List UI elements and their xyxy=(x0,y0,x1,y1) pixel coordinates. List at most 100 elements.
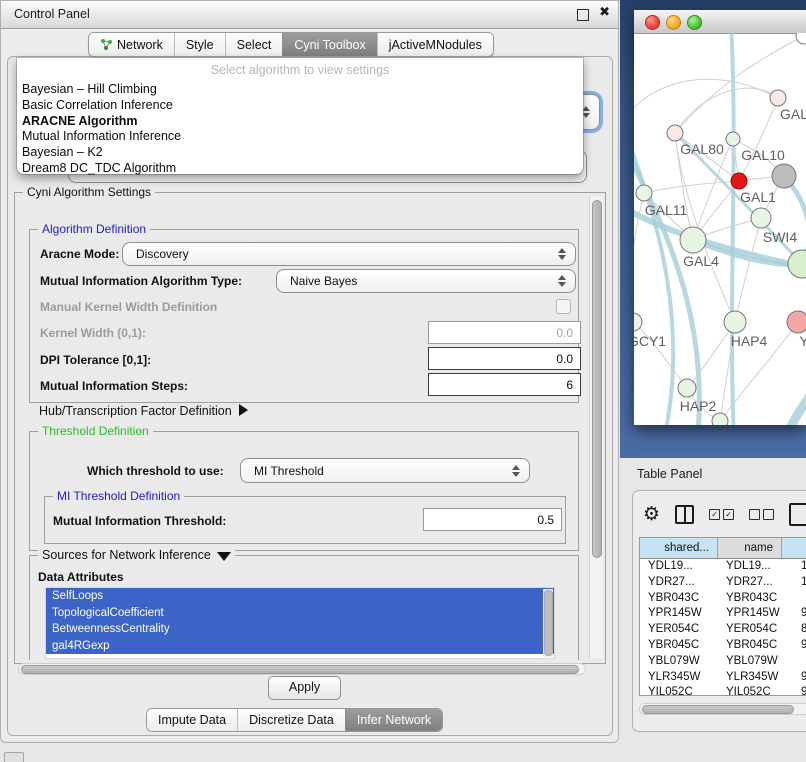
network-node-swi4[interactable] xyxy=(788,250,806,278)
table-row[interactable]: YLR345WYLR345W9. xyxy=(640,670,806,686)
table-cell: YDL19... xyxy=(640,559,718,575)
mi-threshold-field[interactable]: 0.5 xyxy=(423,508,562,531)
network-window[interactable]: GALGAL80GAL10GAL1GAL11SWI4GAL4GCY1HAP4YH… xyxy=(634,10,806,425)
data-attributes-label: Data Attributes xyxy=(38,570,124,584)
kernel-width-field[interactable]: 0.0 xyxy=(428,321,581,344)
split-panel-icon[interactable] xyxy=(675,505,694,524)
deselect-all-columns-icon[interactable] xyxy=(749,509,774,520)
network-edge xyxy=(634,79,778,128)
dpi-tolerance-field[interactable]: 0.0 xyxy=(428,347,581,370)
minimize-traffic-light-icon[interactable] xyxy=(666,15,681,30)
network-node-gal1[interactable] xyxy=(731,173,747,189)
scrollbar-thumb[interactable] xyxy=(642,705,794,714)
aracne-mode-value: Discovery xyxy=(123,247,189,261)
table-horizontal-scrollbar[interactable] xyxy=(639,703,806,715)
data-attributes-list[interactable]: SelfLoopsTopologicalCoefficientBetweenne… xyxy=(45,587,555,659)
settings-horizontal-scrollbar[interactable] xyxy=(18,663,586,675)
column-header-a[interactable]: A xyxy=(782,538,806,559)
tab-jactivemnodules[interactable]: jActiveMNodules xyxy=(377,33,493,56)
bottom-tab-discretize-data[interactable]: Discretize Data xyxy=(237,709,345,731)
settings-vertical-scrollbar[interactable] xyxy=(589,196,603,658)
table-row[interactable]: YBL079WYBL079W xyxy=(640,654,806,670)
table-cell: 9 xyxy=(782,685,806,696)
table-row[interactable]: YBR045CYBR045C9. xyxy=(640,638,806,654)
sources-group-title[interactable]: Sources for Network Inference xyxy=(38,548,235,562)
network-node[interactable] xyxy=(667,125,683,141)
network-node-gcy1[interactable] xyxy=(634,313,642,331)
table-row[interactable]: YPR145WYPR145W9. xyxy=(640,606,806,622)
settings-gear-icon[interactable]: ⚙ xyxy=(643,505,660,524)
bottom-tab-impute-data[interactable]: Impute Data xyxy=(147,709,237,731)
bottom-tab-infer-network[interactable]: Infer Network xyxy=(345,709,442,731)
node-label: GCY1 xyxy=(634,333,666,349)
network-node-gal4[interactable] xyxy=(680,227,706,253)
tab-select[interactable]: Select xyxy=(225,33,283,56)
algorithm-option-basic-correlation-inference[interactable]: Basic Correlation Inference xyxy=(20,98,580,114)
which-threshold-combo[interactable]: MI Threshold xyxy=(240,458,530,483)
select-all-columns-icon[interactable]: ✓ ✓ xyxy=(709,509,734,520)
mi-type-label: Mutual Information Algorithm Type: xyxy=(40,274,242,288)
network-canvas[interactable]: GALGAL80GAL10GAL1GAL11SWI4GAL4GCY1HAP4YH… xyxy=(634,33,806,425)
network-node-gal[interactable] xyxy=(770,90,786,106)
table-toolbar: ⚙ ✓ ✓ xyxy=(643,499,806,529)
network-window-titlebar[interactable] xyxy=(634,10,806,34)
attribute-item-topologicalcoefficient[interactable]: TopologicalCoefficient xyxy=(46,605,554,622)
apply-button[interactable]: Apply xyxy=(268,676,341,700)
algorithm-option-bayesian-hill-climbing[interactable]: Bayesian – Hill Climbing xyxy=(20,82,580,98)
algorithm-option-mutual-information-inference[interactable]: Mutual Information Inference xyxy=(20,129,580,145)
network-node-y[interactable] xyxy=(787,311,806,333)
tab-style[interactable]: Style xyxy=(174,33,225,56)
node-table[interactable]: shared...nameA YDL19...YDL19...13YDR27..… xyxy=(639,537,806,696)
table-row[interactable]: YBR043CYBR043C xyxy=(640,591,806,607)
table-cell: YBR045C xyxy=(640,638,718,654)
new-table-icon[interactable] xyxy=(789,503,806,526)
float-icon[interactable] xyxy=(577,9,589,21)
tab-cyni-toolbox[interactable]: Cyni Toolbox xyxy=(282,33,376,56)
control-panel-tab-bar: NetworkStyleSelectCyni ToolboxjActiveMNo… xyxy=(88,32,494,57)
attributes-scrollbar[interactable] xyxy=(543,589,553,657)
close-icon[interactable]: ✖ xyxy=(599,5,610,20)
table-row[interactable]: YDL19...YDL19...13 xyxy=(640,559,806,575)
algorithm-definition-title: Algorithm Definition xyxy=(38,222,150,236)
table-cell: YER054C xyxy=(640,622,718,638)
control-panel-titlebar[interactable]: Control Panel ✖ xyxy=(1,1,618,29)
close-traffic-light-icon[interactable] xyxy=(645,15,660,30)
scrollbar-thumb[interactable] xyxy=(21,665,579,674)
network-node-hap4[interactable] xyxy=(724,311,746,333)
attribute-item-betweennesscentrality[interactable]: BetweennessCentrality xyxy=(46,621,554,638)
network-node-gal11[interactable] xyxy=(636,185,652,201)
network-node[interactable] xyxy=(796,33,806,44)
collapsed-panel-button[interactable] xyxy=(4,752,24,762)
settings-group-title: Cyni Algorithm Settings xyxy=(23,185,155,199)
network-node[interactable] xyxy=(712,413,728,425)
algorithm-option-bayesian-k2[interactable]: Bayesian – K2 xyxy=(20,145,580,161)
algorithm-option-dream8-dc-tdc-algorithm[interactable]: Dream8 DC_TDC Algorithm xyxy=(20,161,580,177)
table-row[interactable]: YDR27...YDR27...12 xyxy=(640,575,806,591)
checked-box-icon: ✓ xyxy=(709,509,720,520)
attribute-item-gal4rgexp[interactable]: gal4RGexp xyxy=(46,638,554,655)
network-node-hap2[interactable] xyxy=(678,379,696,397)
table-row[interactable]: YER054CYER054C8. xyxy=(640,622,806,638)
attribute-item-selfloops[interactable]: SelfLoops xyxy=(46,588,554,605)
hub-definition-toggle[interactable]: Hub/Transcription Factor Definition xyxy=(39,404,248,418)
network-node[interactable] xyxy=(751,208,771,228)
network-node-gal80[interactable] xyxy=(726,132,740,146)
table-row[interactable]: YIL052CYIL052C9 xyxy=(640,685,806,696)
algorithm-option-aracne-algorithm[interactable]: ARACNE Algorithm xyxy=(20,114,580,130)
tab-network[interactable]: Network xyxy=(89,33,174,56)
manual-kernel-checkbox[interactable] xyxy=(556,299,571,314)
table-cell: YBL079W xyxy=(718,654,782,670)
column-header-shared[interactable]: shared... xyxy=(640,538,718,559)
column-header-name[interactable]: name xyxy=(718,538,782,559)
table-cell: 8. xyxy=(782,622,806,638)
mi-steps-field[interactable]: 6 xyxy=(428,373,581,396)
zoom-traffic-light-icon[interactable] xyxy=(687,15,702,30)
scrollbar-thumb[interactable] xyxy=(592,200,602,558)
table-cell xyxy=(782,591,806,607)
network-node-gal10[interactable] xyxy=(772,164,796,188)
mi-type-combo[interactable]: Naive Bayes xyxy=(276,269,576,293)
bottom-tab-bar: Impute DataDiscretize DataInfer Network xyxy=(146,708,443,732)
application-root: GALGAL80GAL10GAL1GAL11SWI4GAL4GCY1HAP4YH… xyxy=(0,0,806,762)
aracne-mode-combo[interactable]: Discovery xyxy=(122,242,576,266)
scrollbar-thumb[interactable] xyxy=(544,590,553,656)
